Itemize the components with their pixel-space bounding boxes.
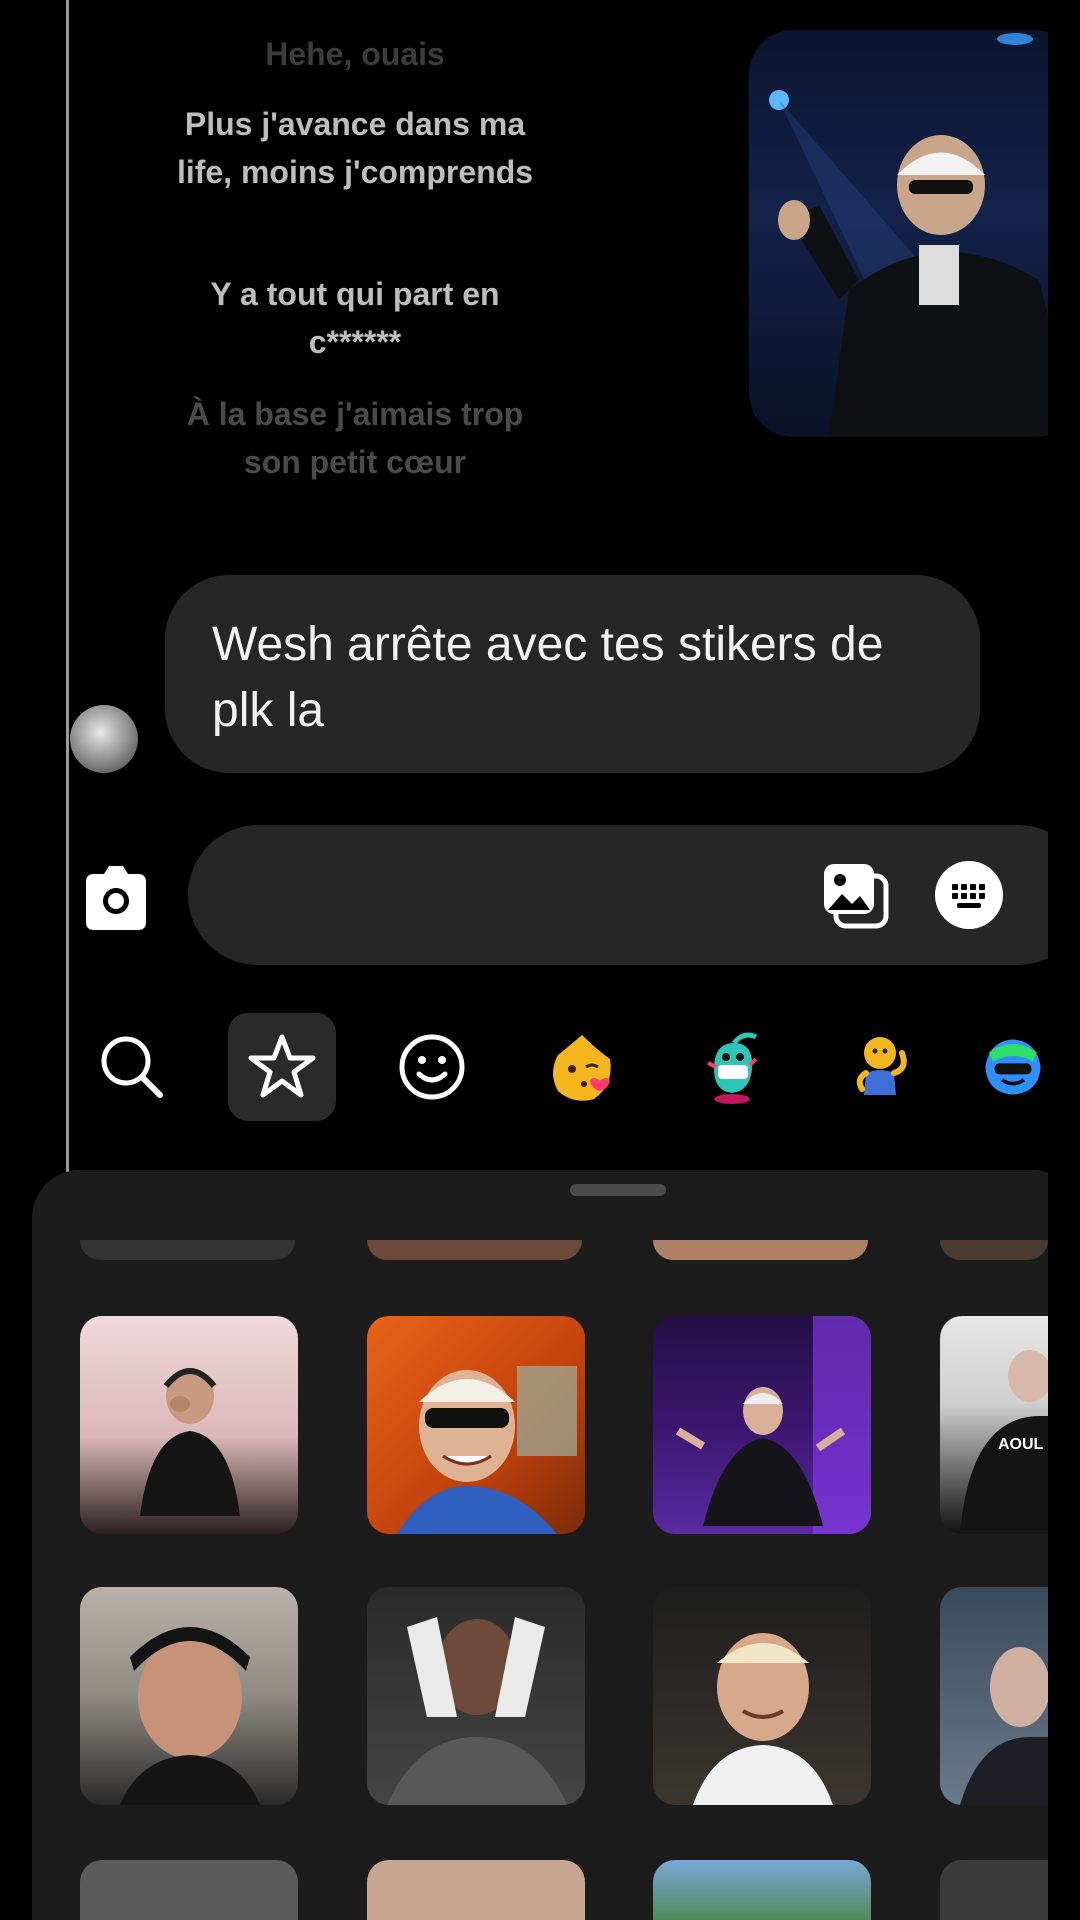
lyric-line-2: Plus j'avance dans ma life, moins j'comp… (176, 106, 534, 190)
gallery-button[interactable] (820, 860, 892, 932)
message-text: Wesh arrête avec tes stikers de plk la (212, 618, 884, 737)
sticker-person-smiling (693, 1633, 833, 1805)
keyboard-button[interactable] (935, 861, 1003, 929)
lyrics-block: Hehe, ouais Plus j'avance dans ma life, … (0, 0, 700, 490)
blue-blob-sticker (985, 1039, 1041, 1095)
camera-button[interactable] (78, 860, 154, 936)
sticker-person-shirt (960, 1350, 1048, 1534)
sticker-item[interactable] (653, 1587, 871, 1805)
camera-icon (86, 866, 146, 930)
tab-alien[interactable] (678, 1013, 786, 1121)
sticker-partial-2[interactable] (367, 1240, 582, 1260)
sticker-partial-row3-2[interactable] (367, 1860, 585, 1920)
sticker-partial-4[interactable] (940, 1240, 1048, 1260)
tab-shrug[interactable] (828, 1013, 936, 1121)
sticker-item-aoul[interactable]: AOUL (940, 1316, 1048, 1534)
sender-avatar[interactable] (70, 705, 138, 773)
lyric-line-1: Hehe, ouais (265, 36, 445, 72)
alien-creature-sticker (707, 1032, 758, 1104)
search-icon (101, 1036, 163, 1098)
sticker-item[interactable] (80, 1587, 298, 1805)
panel-drag-handle[interactable] (570, 1184, 666, 1196)
sticker-caption: AOUL (998, 1436, 1044, 1453)
smiley-icon (399, 1034, 465, 1100)
sticker-person-car (397, 1366, 577, 1534)
sticker-partial-row3-1[interactable] (80, 1860, 298, 1920)
tab-blue-blob[interactable] (978, 1013, 1048, 1121)
sticker-person-hands (387, 1617, 567, 1805)
lyric-line-4: À la base j'aimais trop son petit cœur (186, 396, 524, 480)
lyric-line-3: Y a tout qui part en c****** (210, 276, 500, 360)
tab-kissing-face[interactable] (528, 1013, 636, 1121)
sticker-partial-1[interactable] (80, 1240, 295, 1260)
keyboard-icon (935, 861, 1003, 929)
sticker-person-side (960, 1647, 1048, 1805)
sticker-item[interactable] (367, 1316, 585, 1534)
sticker-person-stage (675, 1316, 871, 1534)
sticker-item[interactable] (940, 1587, 1048, 1805)
sticker-person-headphones (140, 1368, 240, 1516)
sticker-partial-row3-3[interactable] (653, 1860, 871, 1920)
tab-favorites[interactable] (228, 1013, 336, 1121)
sticker-partial-3[interactable] (653, 1240, 868, 1260)
sticker-item[interactable] (80, 1316, 298, 1534)
right-edge (1048, 0, 1080, 1920)
shrug-character-sticker (856, 1037, 907, 1095)
sticker-item[interactable] (367, 1587, 585, 1805)
sticker-panel (32, 1170, 1080, 1920)
kissing-face-sticker (553, 1035, 611, 1101)
sticker-partial-row3-4[interactable] (940, 1860, 1048, 1920)
shared-photo[interactable] (749, 30, 1079, 437)
tab-search[interactable] (78, 1013, 186, 1121)
sticker-item[interactable] (653, 1316, 871, 1534)
sticker-person-cap (120, 1627, 260, 1805)
tab-emoji[interactable] (378, 1013, 486, 1121)
star-icon (248, 1034, 316, 1098)
gallery-icon (824, 864, 889, 929)
